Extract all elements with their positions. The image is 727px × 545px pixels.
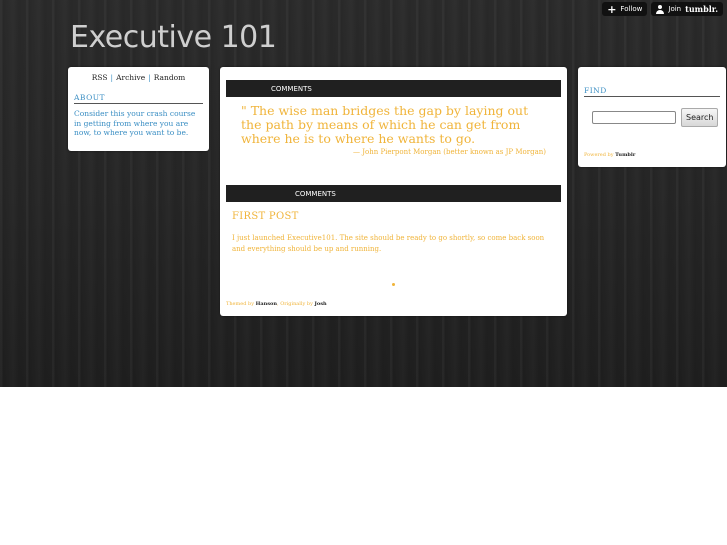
- tumblr-logo: tumblr.: [685, 4, 718, 14]
- find-heading: FIND: [584, 86, 720, 97]
- post-column: COMMENTS " The wise man bridges the gap …: [220, 67, 567, 316]
- rss-link[interactable]: RSS: [92, 73, 108, 82]
- nav-separator: |: [110, 73, 114, 82]
- post-title[interactable]: FIRST POST: [232, 211, 299, 222]
- comments-link[interactable]: COMMENTS: [295, 190, 336, 198]
- comments-link[interactable]: COMMENTS: [271, 85, 312, 93]
- follow-button[interactable]: + Follow: [602, 2, 648, 16]
- post-bar: COMMENTS: [226, 80, 561, 97]
- about-text: Consider this your crash course in getti…: [74, 109, 196, 137]
- tumblr-controls: + Follow Join tumblr.: [602, 2, 723, 16]
- original-author-link[interactable]: Josh: [315, 301, 327, 307]
- join-tumblr-button[interactable]: Join tumblr.: [651, 2, 723, 16]
- themed-prefix: Themed by: [226, 301, 255, 307]
- quote-source: — John Pierpont Morgan (better known as …: [352, 148, 546, 156]
- post-body: I just launched Executive101. The site s…: [232, 234, 545, 253]
- user-icon: [656, 4, 665, 14]
- follow-label: Follow: [620, 5, 643, 13]
- original-prefix: , Originally by: [277, 301, 313, 307]
- post-bar: COMMENTS: [226, 185, 561, 202]
- powered-prefix: Powered by: [584, 152, 614, 158]
- about-heading: ABOUT: [74, 93, 203, 104]
- theme-credits: Themed by Hanson, Originally by Josh: [226, 301, 327, 307]
- powered-by: Powered by Tumblr: [584, 152, 635, 158]
- archive-link[interactable]: Archive: [116, 73, 145, 82]
- search-button[interactable]: Search: [681, 108, 719, 127]
- tumblr-link[interactable]: Tumblr: [615, 152, 635, 158]
- search-form: Search: [592, 108, 719, 127]
- random-link[interactable]: Random: [154, 73, 186, 82]
- nav-links: RSS | Archive | Random: [68, 73, 209, 82]
- quote-text: " The wise man bridges the gap by laying…: [241, 103, 529, 146]
- plus-icon: +: [607, 2, 617, 16]
- theme-author-link[interactable]: Hanson: [256, 301, 277, 307]
- left-sidebar: RSS | Archive | Random ABOUT Consider this y…: [68, 67, 209, 151]
- site-title[interactable]: Executive 101: [70, 20, 277, 55]
- nav-separator: |: [148, 73, 151, 82]
- join-label: Join: [668, 5, 682, 13]
- right-sidebar: FIND Search Powered by Tumblr: [578, 67, 726, 167]
- pagination-dot: [392, 283, 395, 286]
- search-input[interactable]: [592, 111, 676, 124]
